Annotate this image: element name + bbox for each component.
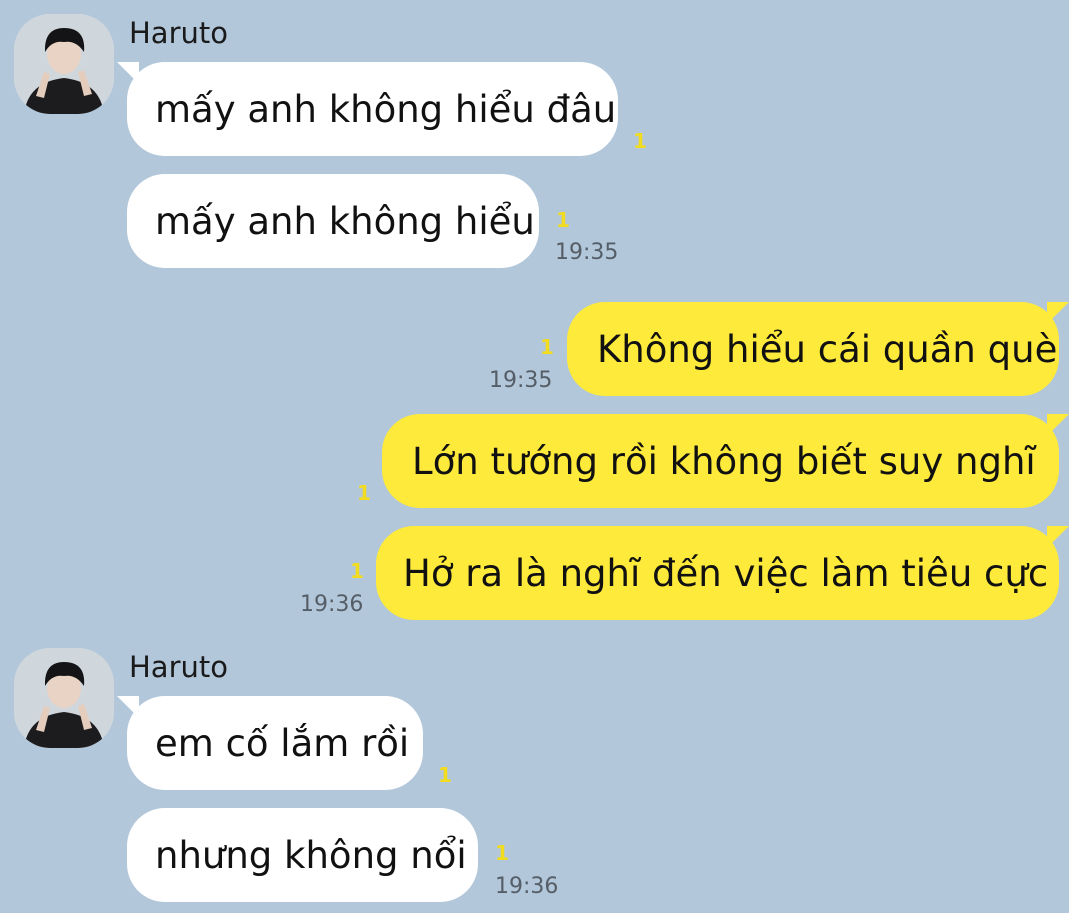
sender-name: Haruto [129, 650, 228, 684]
message-text: em cố lắm rồi [155, 721, 410, 765]
timestamp: 19:36 [300, 592, 364, 617]
message-text: mấy anh không hiểu đâu [155, 87, 617, 131]
message-text: nhưng không nổi [155, 833, 467, 877]
incoming-message[interactable]: mấy anh không hiểu đâu [117, 62, 618, 156]
profile-photo-icon [14, 648, 114, 748]
bubble-tail [1047, 526, 1069, 548]
incoming-message[interactable]: mấy anh không hiểu [127, 174, 539, 268]
incoming-message[interactable]: nhưng không nổi [127, 808, 478, 902]
incoming-message[interactable]: em cố lắm rồi [117, 696, 423, 790]
timestamp: 19:35 [489, 368, 553, 393]
read-count: 1 [540, 335, 554, 359]
message-text: Không hiểu cái quần què [597, 327, 1058, 371]
bubble-tail [117, 696, 139, 718]
read-count: 1 [350, 559, 364, 583]
outgoing-message[interactable]: Lớn tướng rồi không biết suy nghĩ [382, 414, 1069, 508]
read-count: 1 [357, 481, 371, 505]
bubble-tail [117, 62, 139, 84]
message-text: Lớn tướng rồi không biết suy nghĩ [412, 439, 1036, 483]
outgoing-message[interactable]: Hở ra là nghĩ đến việc làm tiêu cực [376, 526, 1069, 620]
bubble-tail [1047, 414, 1069, 436]
read-count: 1 [556, 208, 570, 232]
timestamp: 19:35 [555, 240, 619, 265]
read-count: 1 [438, 763, 452, 787]
outgoing-message[interactable]: Không hiểu cái quần què [567, 302, 1069, 396]
timestamp: 19:36 [495, 874, 559, 899]
avatar[interactable] [14, 648, 114, 748]
message-text: Hở ra là nghĩ đến việc làm tiêu cực [403, 551, 1049, 595]
avatar[interactable] [14, 14, 114, 114]
message-text: mấy anh không hiểu [155, 199, 535, 243]
sender-name: Haruto [129, 16, 228, 50]
chat-view: Haruto mấy anh không hiểu đâu 1 mấy anh … [0, 0, 1069, 913]
profile-photo-icon [14, 14, 114, 114]
read-count: 1 [633, 129, 647, 153]
read-count: 1 [495, 841, 509, 865]
bubble-tail [1047, 302, 1069, 324]
